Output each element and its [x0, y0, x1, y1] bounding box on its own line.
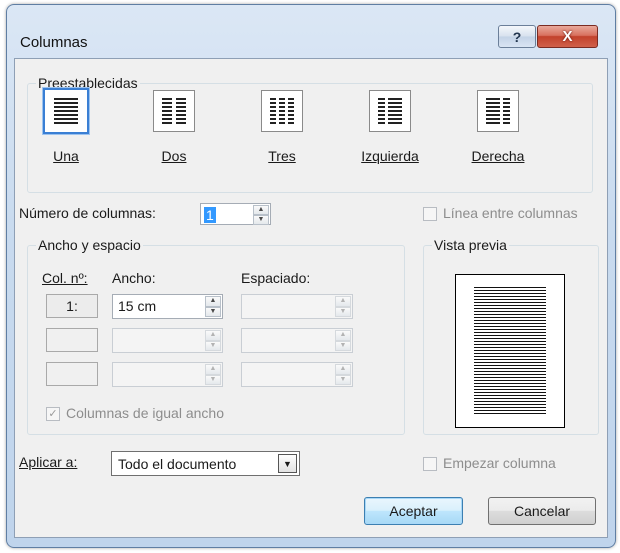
spacing-header: Espaciado:: [241, 270, 311, 286]
width-input-2[interactable]: ▲ ▼: [112, 328, 223, 353]
spin-up-icon[interactable]: ▲: [253, 205, 269, 215]
right-column-icon[interactable]: [477, 90, 519, 132]
spin-down-icon[interactable]: ▼: [253, 215, 269, 225]
col-number-header: Col. nº:: [42, 270, 88, 286]
num-columns-spinner[interactable]: 1 ▲ ▼: [200, 203, 271, 225]
help-icon: ?: [512, 28, 522, 45]
apply-to-value: Todo el documento: [118, 456, 237, 472]
spin-up-icon: ▲: [335, 330, 351, 341]
preset-tres[interactable]: Tres: [242, 90, 322, 182]
spin-down-icon: ▼: [335, 340, 351, 351]
preset-dos[interactable]: Dos: [134, 90, 214, 182]
spin-up-icon[interactable]: ▲: [205, 296, 221, 307]
preset-label-tres: Tres: [268, 148, 296, 164]
equal-width-checkbox[interactable]: ✓: [46, 407, 60, 421]
apply-to-dropdown[interactable]: Todo el documento ▼: [111, 451, 300, 476]
preview-group-label: Vista previa: [432, 237, 509, 253]
spin-up-icon: ▲: [335, 364, 351, 375]
preview-page: [455, 274, 565, 428]
ok-button[interactable]: Aceptar: [364, 497, 463, 525]
spacing-input-3[interactable]: ▲ ▼: [241, 362, 353, 387]
preset-label-dos: Dos: [161, 148, 187, 164]
preset-izquierda[interactable]: Izquierda: [350, 90, 430, 182]
spin-down-icon: ▼: [335, 374, 351, 385]
spin-down-icon[interactable]: ▼: [205, 306, 221, 317]
spin-up-icon: ▲: [335, 296, 351, 307]
col-number-3: [46, 362, 98, 386]
width-spacing-group: Ancho y espacio Col. nº: Ancho: Espaciad…: [27, 237, 405, 435]
presets-group: Preestablecidas Una Dos Tres Izquierda D…: [26, 75, 593, 193]
line-between-checkbox[interactable]: [423, 207, 437, 221]
col-number-1: 1:: [46, 294, 98, 318]
num-columns-label: Número de columnas:: [19, 205, 156, 221]
preset-una[interactable]: Una: [26, 87, 106, 182]
width-input-1[interactable]: 15 cm ▲ ▼: [112, 294, 223, 319]
width-spacing-group-label: Ancho y espacio: [36, 237, 143, 253]
dialog-title: Columnas: [20, 34, 88, 51]
one-column-icon[interactable]: [42, 87, 90, 135]
left-column-icon[interactable]: [369, 90, 411, 132]
close-icon: X: [562, 28, 573, 45]
chevron-down-icon[interactable]: ▼: [278, 454, 297, 473]
spacing-input-2[interactable]: ▲ ▼: [241, 328, 353, 353]
width-header: Ancho:: [112, 270, 156, 286]
col-number-2: [46, 328, 98, 352]
start-column-label: Empezar columna: [443, 455, 556, 471]
width-input-3[interactable]: ▲ ▼: [112, 362, 223, 387]
spin-down-icon: ▼: [205, 340, 221, 351]
help-button[interactable]: ?: [498, 25, 536, 48]
spin-up-icon: ▲: [205, 364, 221, 375]
spin-up-icon: ▲: [205, 330, 221, 341]
apply-to-label: Aplicar a:: [19, 454, 78, 470]
preset-label-izquierda: Izquierda: [361, 148, 419, 164]
spin-down-icon: ▼: [335, 306, 351, 317]
close-button[interactable]: X: [537, 25, 598, 48]
num-columns-value[interactable]: 1: [204, 207, 216, 223]
spin-down-icon: ▼: [205, 374, 221, 385]
three-columns-icon[interactable]: [261, 90, 303, 132]
preset-derecha[interactable]: Derecha: [458, 90, 538, 182]
line-between-label: Línea entre columnas: [443, 205, 578, 221]
width-value-1[interactable]: 15 cm: [118, 298, 156, 314]
preview-group: Vista previa: [423, 237, 599, 435]
spacing-input-1[interactable]: ▲ ▼: [241, 294, 353, 319]
equal-width-label: Columnas de igual ancho: [66, 405, 224, 421]
preset-label-derecha: Derecha: [471, 148, 525, 164]
two-columns-icon[interactable]: [153, 90, 195, 132]
preset-label-una: Una: [53, 148, 79, 164]
cancel-button[interactable]: Cancelar: [488, 497, 596, 525]
preview-text-lines: [474, 287, 546, 415]
dialog-client-area: Preestablecidas Una Dos Tres Izquierda D…: [14, 58, 608, 538]
start-column-checkbox[interactable]: [423, 457, 437, 471]
